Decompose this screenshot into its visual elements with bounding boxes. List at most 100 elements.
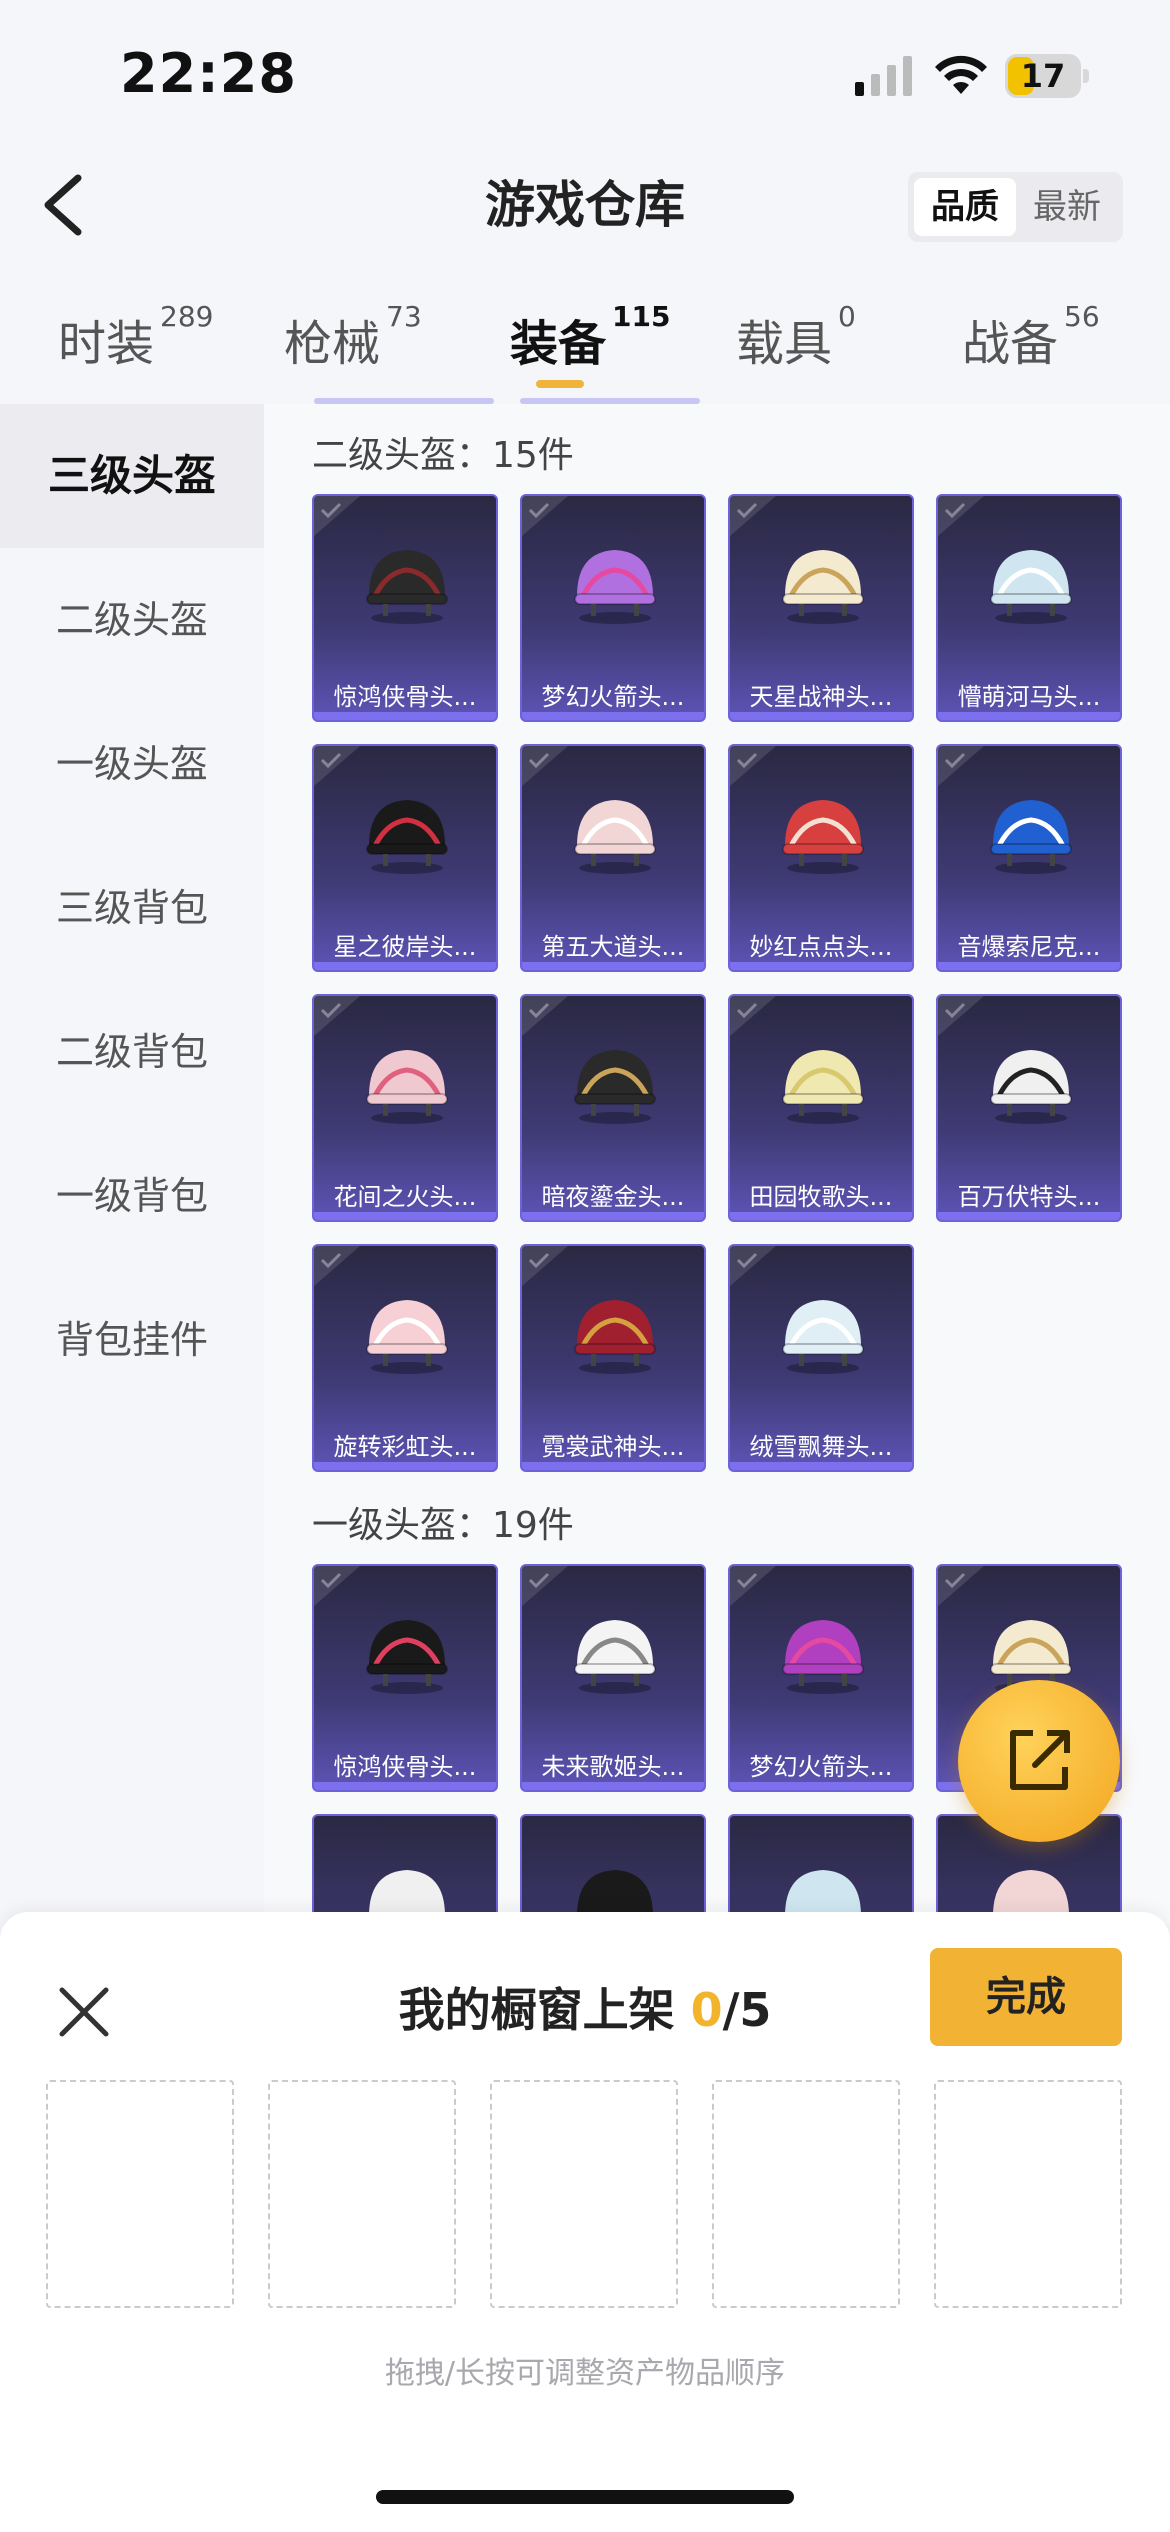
helmet-icon <box>366 550 448 624</box>
item-card[interactable]: 音爆索尼克... <box>936 744 1122 972</box>
share-button[interactable] <box>958 1680 1120 1842</box>
helmet-icon <box>782 550 864 624</box>
item-name: 第五大道头... <box>541 933 685 961</box>
item-card[interactable]: 梦幻火箭头... <box>728 1564 914 1792</box>
item-card[interactable]: 惊鸿侠骨头... <box>312 494 498 722</box>
done-button[interactable]: 完成 <box>930 1948 1122 2046</box>
item-card[interactable]: 百万伏特头... <box>936 994 1122 1222</box>
item-card[interactable]: 霓裳武神头... <box>520 1244 706 1472</box>
helmet-icon <box>366 1300 448 1374</box>
showcase-slot[interactable] <box>934 2080 1122 2308</box>
select-check-icon <box>522 1566 568 1606</box>
sidebar: 三级头盔 二级头盔 一级头盔 三级背包 二级背包 一级背包 背包挂件 <box>0 404 264 1924</box>
select-check-icon <box>522 996 568 1036</box>
select-check-icon <box>314 746 360 786</box>
home-indicator <box>376 2490 794 2504</box>
sidebar-item-backpack-charm[interactable]: 背包挂件 <box>0 1268 264 1412</box>
item-card[interactable]: 未来歌姬头... <box>520 1564 706 1792</box>
select-check-icon <box>314 1566 360 1606</box>
tab-vehicles[interactable]: 载具 0 <box>736 300 856 374</box>
item-card[interactable] <box>520 1814 706 1924</box>
status-time: 22:28 <box>120 42 297 105</box>
tab-equipment[interactable]: 装备 115 <box>510 300 670 374</box>
sort-quality-button[interactable]: 品质 <box>914 178 1016 236</box>
item-name: 天星战神头... <box>749 683 893 711</box>
select-check-icon <box>938 1566 984 1606</box>
sidebar-item-level1-backpack[interactable]: 一级背包 <box>0 1124 264 1268</box>
sort-newest-button[interactable]: 最新 <box>1016 178 1118 236</box>
helmet-icon <box>782 800 864 874</box>
item-name: 旋转彩虹头... <box>333 1433 477 1461</box>
helmet-icon <box>366 1620 448 1694</box>
wifi-icon <box>935 55 987 94</box>
select-check-icon <box>522 746 568 786</box>
item-card[interactable]: 星之彼岸头... <box>312 744 498 972</box>
quality-bar <box>938 712 1120 720</box>
helmet-icon <box>990 800 1072 874</box>
helmet-icon <box>366 800 448 874</box>
showcase-slot[interactable] <box>712 2080 900 2308</box>
select-check-icon <box>730 1246 776 1286</box>
tab-fashion[interactable]: 时装 289 <box>58 300 213 374</box>
sidebar-item-level2-helmet[interactable]: 二级头盔 <box>0 548 264 692</box>
helmet-icon <box>782 1300 864 1374</box>
quality-bar <box>730 1782 912 1790</box>
showcase-slot[interactable] <box>46 2080 234 2308</box>
helmet-icon <box>574 800 656 874</box>
item-card[interactable]: 妙红点点头... <box>728 744 914 972</box>
showcase-count: 0 <box>690 1983 723 2037</box>
item-name: 霓裳武神头... <box>541 1433 685 1461</box>
item-card[interactable]: 天星战神头... <box>728 494 914 722</box>
item-card[interactable]: 旋转彩虹头... <box>312 1244 498 1472</box>
select-check-icon <box>730 996 776 1036</box>
category-tabs: 时装 289 枪械 73 装备 115 载具 0 战备 56 <box>0 290 1170 400</box>
item-card[interactable]: 田园牧歌头... <box>728 994 914 1222</box>
helmet-icon <box>574 1050 656 1124</box>
quality-bar <box>314 1212 496 1220</box>
battery-icon: 17 <box>1005 54 1089 98</box>
select-check-icon <box>938 996 984 1036</box>
item-name: 花间之火头... <box>333 1183 477 1211</box>
quality-bar <box>314 1782 496 1790</box>
item-card[interactable]: 第五大道头... <box>520 744 706 972</box>
select-check-icon <box>522 1246 568 1286</box>
quality-bar <box>314 962 496 970</box>
sidebar-item-level2-backpack[interactable]: 二级背包 <box>0 980 264 1124</box>
quality-bar <box>522 1462 704 1470</box>
tab-supplies[interactable]: 战备 56 <box>962 300 1100 374</box>
item-card[interactable]: 懵萌河马头... <box>936 494 1122 722</box>
sidebar-item-level1-helmet[interactable]: 一级头盔 <box>0 692 264 836</box>
tab-weapons[interactable]: 枪械 73 <box>284 300 422 374</box>
sidebar-item-level3-helmet[interactable]: 三级头盔 <box>0 404 264 548</box>
sort-toggle: 品质 最新 <box>908 172 1123 242</box>
quality-bar <box>522 1782 704 1790</box>
item-name: 星之彼岸头... <box>333 933 477 961</box>
showcase-sheet: 我的橱窗上架 0/5 完成 拖拽/长按可调整资产物品顺序 <box>0 1912 1170 2532</box>
item-name: 暗夜鎏金头... <box>541 1183 685 1211</box>
quality-bar <box>730 1212 912 1220</box>
item-card[interactable]: 梦幻火箭头... <box>520 494 706 722</box>
quality-bar <box>522 962 704 970</box>
select-check-icon <box>314 496 360 536</box>
item-card[interactable]: 绒雪飘舞头... <box>728 1244 914 1472</box>
section-title: 二级头盔：15件 <box>312 435 574 476</box>
item-card[interactable]: 暗夜鎏金头... <box>520 994 706 1222</box>
quality-bar <box>314 712 496 720</box>
select-check-icon <box>522 496 568 536</box>
select-check-icon <box>314 996 360 1036</box>
item-name: 绒雪飘舞头... <box>749 1433 893 1461</box>
helmet-icon <box>574 1620 656 1694</box>
item-card[interactable] <box>728 1814 914 1924</box>
quality-bar <box>730 962 912 970</box>
showcase-slot[interactable] <box>490 2080 678 2308</box>
helmet-icon <box>366 1050 448 1124</box>
status-bar: 22:28 17 <box>0 0 1170 140</box>
sidebar-item-level3-backpack[interactable]: 三级背包 <box>0 836 264 980</box>
item-card[interactable]: 花间之火头... <box>312 994 498 1222</box>
showcase-slot[interactable] <box>268 2080 456 2308</box>
select-check-icon <box>730 1566 776 1606</box>
quality-bar <box>938 962 1120 970</box>
item-card[interactable] <box>312 1814 498 1924</box>
item-card[interactable]: 惊鸿侠骨头... <box>312 1564 498 1792</box>
helmet-icon <box>990 550 1072 624</box>
